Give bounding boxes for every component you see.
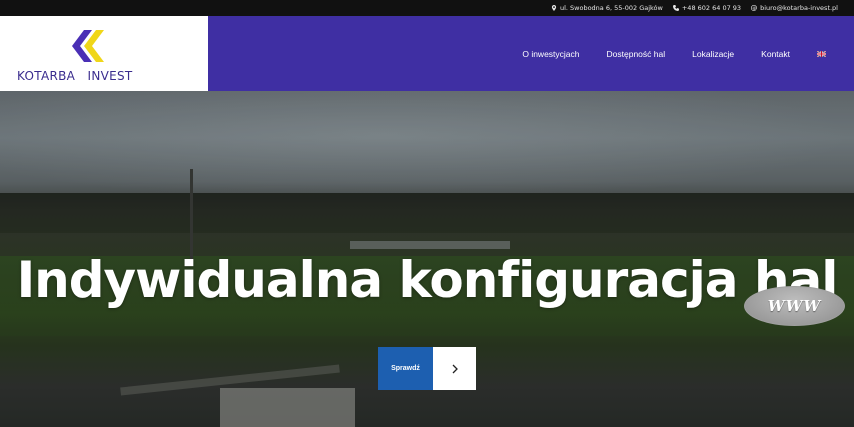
top-bar: ul. Swobodna 6, 55-002 Gajków +48 602 64…: [0, 0, 854, 16]
phone-icon: [672, 5, 679, 11]
email-item[interactable]: biuro@kotarba-invest.pl: [751, 4, 838, 12]
phone-text[interactable]: +48 602 64 07 93: [682, 4, 741, 12]
chevron-right-icon: [452, 364, 458, 373]
map-pin-icon: [551, 5, 557, 11]
logo-text: KOTARBA INVEST: [17, 69, 133, 83]
nav-item-lokalizacje[interactable]: Lokalizacje: [692, 49, 734, 59]
logo[interactable]: KOTARBA INVEST: [0, 16, 208, 91]
nav-item-dostepnosc-hal[interactable]: Dostępność hal: [607, 49, 666, 59]
at-icon: [751, 5, 758, 11]
main-nav: O inwestycjach Dostępność hal Lokalizacj…: [522, 16, 826, 91]
address-item: ul. Swobodna 6, 55-002 Gajków: [551, 4, 663, 12]
email-text[interactable]: biuro@kotarba-invest.pl: [760, 4, 838, 12]
site-header: KOTARBA INVEST O inwestycjach Dostępność…: [0, 16, 854, 91]
hero-title: Indywidualna konfiguracja hal: [16, 251, 839, 309]
nav-item-o-inwestycjach[interactable]: O inwestycjach: [522, 49, 579, 59]
cta-arrow-button[interactable]: [433, 347, 476, 390]
phone-item[interactable]: +48 602 64 07 93: [672, 4, 741, 12]
uk-flag-icon[interactable]: [817, 50, 826, 57]
hero-section: Indywidualna konfiguracja hal Sprawdź: [0, 91, 854, 427]
address-text: ul. Swobodna 6, 55-002 Gajków: [559, 4, 663, 12]
cta-label[interactable]: Sprawdź: [378, 347, 433, 390]
nav-item-kontakt[interactable]: Kontakt: [761, 49, 790, 59]
www-badge[interactable]: WWW: [744, 286, 845, 326]
cta-button[interactable]: Sprawdź: [378, 347, 476, 390]
logo-chevron-icon: [72, 30, 104, 62]
